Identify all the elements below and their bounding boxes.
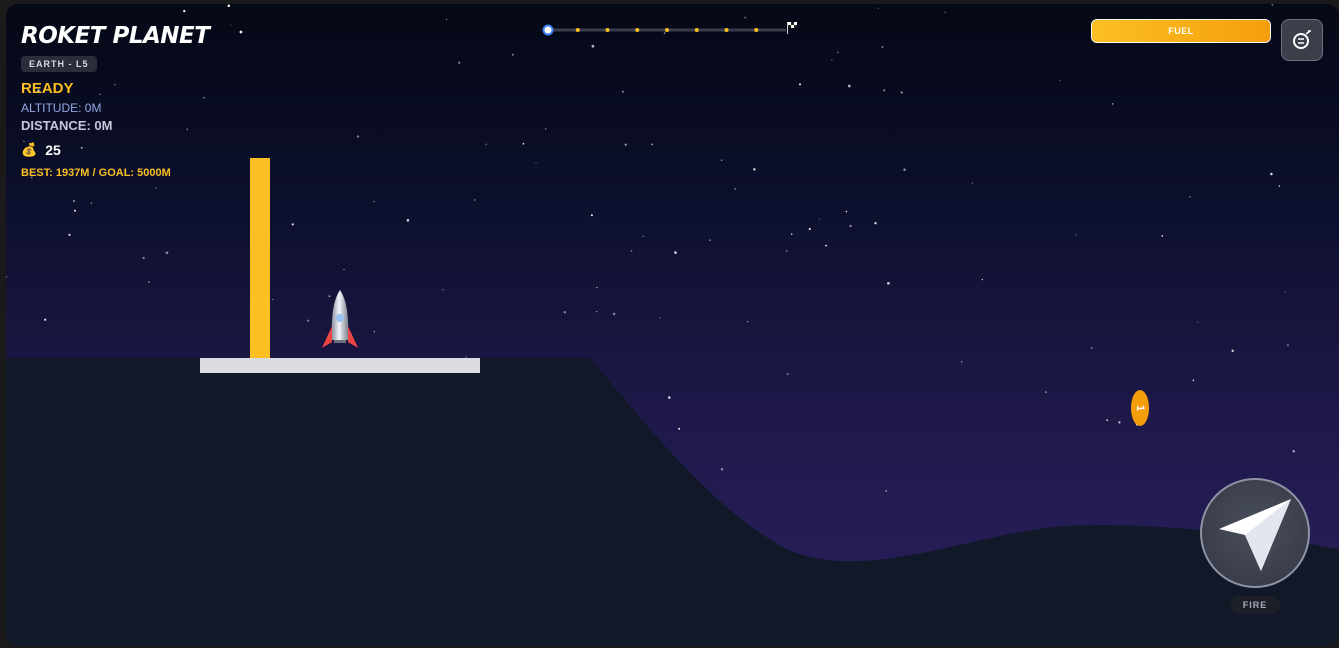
status-text: READY: [21, 80, 74, 97]
paper-plane-icon: [1219, 499, 1291, 571]
best-goal-readout: BEST: 1937M / GOAL: 5000M: [21, 167, 171, 179]
fuel-gauge: FUEL: [1091, 19, 1271, 43]
fire-button[interactable]: [1200, 478, 1310, 588]
launch-pad: [200, 358, 480, 373]
checkered-flag-icon: [787, 22, 797, 34]
progress-track: [542, 22, 797, 36]
fuel-label: FUEL: [1168, 26, 1194, 36]
altitude-readout: ALTITUDE: 0M: [21, 101, 102, 115]
progress-checkpoint: [635, 28, 640, 32]
launch-tower: [250, 158, 270, 358]
money-bag-icon: 💰: [21, 142, 38, 157]
coin-pickup-label: 1: [1134, 404, 1146, 412]
rocket: [322, 290, 358, 348]
coin-count: 25: [45, 142, 61, 158]
progress-checkpoint: [754, 28, 759, 32]
level-badge: EARTH - L5: [21, 56, 97, 72]
fire-label: FIRE: [1230, 596, 1280, 614]
progress-marker: [542, 24, 554, 36]
progress-checkpoint: [605, 28, 610, 32]
progress-checkpoint: [724, 28, 729, 32]
game-canvas: ROKET PLANET EARTH - L5 READY ALTITUDE: …: [6, 4, 1339, 646]
progress-checkpoint: [575, 28, 580, 32]
game-title: ROKET PLANET: [21, 23, 210, 49]
progress-checkpoint: [665, 28, 669, 32]
hud-panel: ROKET PLANET EARTH - L5 READY ALTITUDE: …: [21, 22, 210, 180]
coin-counter: 💰 25: [21, 142, 209, 158]
settings-gauge-icon: [1293, 30, 1311, 49]
progress-checkpoint: [694, 28, 699, 32]
coin-pickup: 1: [1131, 390, 1149, 426]
distance-readout: DISTANCE: 0M: [21, 118, 113, 133]
settings-button[interactable]: [1281, 19, 1323, 61]
